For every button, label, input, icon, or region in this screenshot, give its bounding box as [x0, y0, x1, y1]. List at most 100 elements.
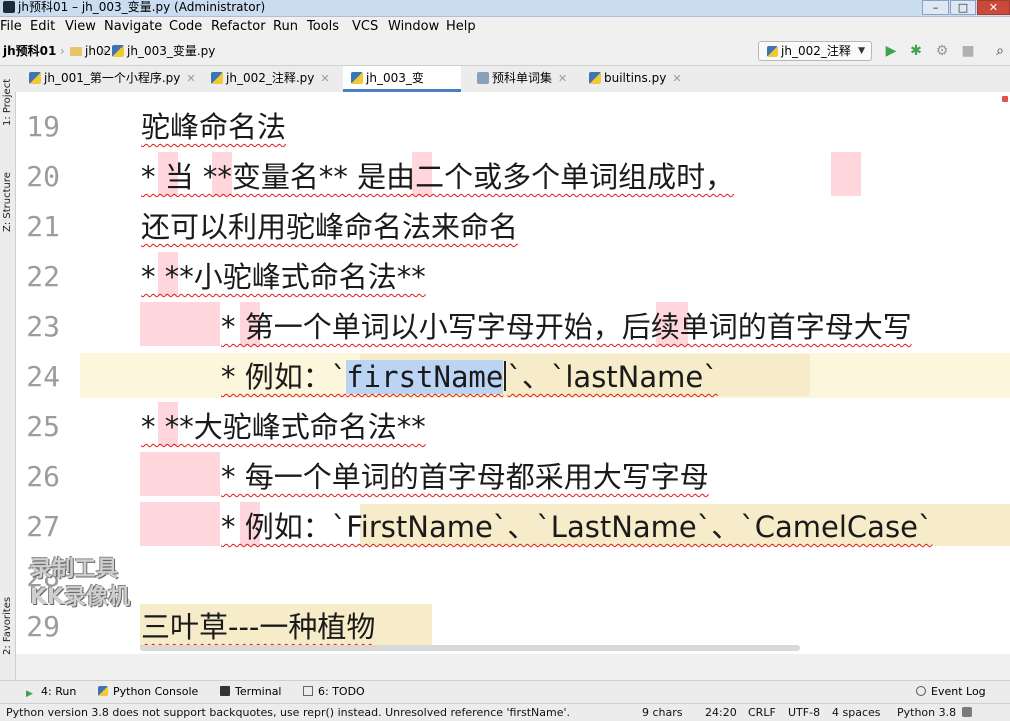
- structure-tool-tab[interactable]: Z: Structure: [0, 162, 15, 242]
- window-title: jh预科01 – jh_003_变量.py (Administrator): [18, 0, 266, 14]
- todo-icon: [303, 686, 313, 696]
- python-icon: [98, 686, 108, 696]
- status-bar: Python version 3.8 does not support back…: [0, 703, 1010, 721]
- code-line-19: 驼峰命名法: [141, 106, 286, 148]
- horizontal-scrollbar[interactable]: [140, 645, 800, 651]
- line-number: 22: [26, 260, 60, 293]
- tab-vocab[interactable]: 预科单词集 ✕: [469, 66, 577, 91]
- menu-help[interactable]: Help: [446, 19, 476, 35]
- code-text: 还可以利用驼峰命名法来命名: [141, 210, 519, 244]
- event-log-button[interactable]: Event Log: [916, 685, 986, 699]
- tab-label: 预科单词集: [492, 71, 553, 85]
- tab-jh-003[interactable]: jh_003_变量.py✕: [343, 66, 461, 110]
- code-line-25: * **大驼峰式命名法**: [141, 406, 426, 448]
- menu-edit[interactable]: Edit: [30, 19, 55, 35]
- line-separator[interactable]: CRLF: [748, 706, 776, 719]
- search-icon[interactable]: ⌕: [991, 42, 1009, 60]
- chevron-down-icon: ▼: [858, 46, 865, 56]
- folder-icon: [70, 47, 82, 56]
- debug-icon[interactable]: ✱: [907, 42, 925, 60]
- left-tool-strip: 1: Project Z: Structure 2: Favorites: [0, 66, 16, 680]
- text-file-icon: [477, 72, 489, 84]
- run-icon: ▶: [26, 689, 33, 699]
- menu-navigate[interactable]: Navigate: [104, 19, 162, 35]
- project-tool-tab[interactable]: 1: Project: [0, 72, 15, 132]
- tool-window-bar: ▶ 4: Run Python Console Terminal 6: TODO …: [0, 680, 1010, 703]
- menu-run[interactable]: Run: [273, 19, 298, 35]
- menu-vcs[interactable]: VCS: [352, 19, 378, 35]
- watermark-line: 录制工具: [30, 557, 119, 582]
- whitespace-warning-highlight: [140, 452, 220, 496]
- code-text: `、`lastName`: [507, 360, 718, 394]
- menu-window[interactable]: Window: [388, 19, 439, 35]
- menu-bar: File Edit View Navigate Code Refactor Ru…: [0, 17, 1010, 37]
- code-line-21: 还可以利用驼峰命名法来命名: [141, 206, 518, 248]
- line-number: 20: [26, 160, 60, 193]
- todo-button[interactable]: 6: TODO: [303, 685, 365, 699]
- run-tool-button[interactable]: ▶ 4: Run: [26, 685, 76, 699]
- tab-label: builtins.py: [604, 71, 667, 85]
- stop-icon[interactable]: ■: [959, 42, 977, 60]
- breadcrumb-file[interactable]: jh_003_变量.py: [112, 44, 215, 59]
- breadcrumb-project[interactable]: jh预科01: [3, 44, 56, 59]
- menu-view[interactable]: View: [65, 19, 96, 35]
- code-text: * 第一个单词以小写字母开始，后续单词的首字母大写: [221, 310, 912, 344]
- code-text: 驼峰命名法: [141, 110, 287, 144]
- close-icon[interactable]: ✕: [320, 72, 329, 85]
- menu-code[interactable]: Code: [169, 19, 202, 35]
- tab-label: jh_002_注释.py: [226, 71, 315, 85]
- python-console-button[interactable]: Python Console: [98, 685, 198, 699]
- run-tool-label: 4: Run: [41, 685, 77, 698]
- title-bar: jh预科01 – jh_003_变量.py (Administrator) – …: [0, 0, 1010, 17]
- code-text: * 例如：`: [221, 360, 347, 394]
- run-icon[interactable]: ▶: [882, 42, 900, 60]
- run-configuration-label: jh_002_注释: [781, 44, 851, 58]
- code-line-22: * **小驼峰式命名法**: [141, 256, 426, 298]
- whitespace-warning-highlight: [831, 152, 861, 196]
- whitespace-warning-highlight: [140, 302, 220, 346]
- tab-jh-002[interactable]: jh_002_注释.py ✕: [203, 66, 341, 91]
- close-icon[interactable]: ✕: [672, 72, 681, 85]
- selected-text[interactable]: firstName: [346, 360, 504, 394]
- close-icon[interactable]: ✕: [186, 72, 195, 85]
- caret-position[interactable]: 24:20: [705, 706, 737, 719]
- run-configuration-dropdown[interactable]: jh_002_注释 ▼: [758, 41, 872, 61]
- lock-icon[interactable]: [962, 707, 972, 717]
- favorites-tool-tab[interactable]: 2: Favorites: [0, 586, 15, 666]
- close-icon[interactable]: ✕: [558, 72, 567, 85]
- line-number: 29: [26, 610, 60, 643]
- menu-refactor[interactable]: Refactor: [211, 19, 266, 35]
- code-line-23: * 第一个单词以小写字母开始，后续单词的首字母大写: [221, 306, 912, 348]
- tab-builtins[interactable]: builtins.py ✕: [581, 66, 691, 91]
- indentation[interactable]: 4 spaces: [832, 706, 881, 719]
- python-file-icon: [29, 72, 41, 84]
- watermark-line: KK录像机: [30, 585, 131, 610]
- python-file-icon: [211, 72, 223, 84]
- maximize-button[interactable]: □: [950, 0, 976, 15]
- code-line-27: * 例如：`FirstName`、`LastName`、`CamelCase`: [221, 506, 932, 548]
- python-file-icon: [589, 72, 601, 84]
- line-number: 25: [26, 410, 60, 443]
- minimize-button[interactable]: –: [922, 0, 949, 15]
- code-editor[interactable]: 19 20 21 22 23 24 25 26 27 28 29 驼峰命名法 *…: [16, 92, 1010, 654]
- menu-tools[interactable]: Tools: [307, 19, 339, 35]
- breadcrumb-file-label: jh_003_变量.py: [127, 44, 216, 58]
- tab-jh-001[interactable]: jh_001_第一个小程序.py ✕: [21, 66, 201, 91]
- python-file-icon: [351, 72, 363, 84]
- line-number: 21: [26, 210, 60, 243]
- terminal-button[interactable]: Terminal: [220, 685, 282, 699]
- file-encoding[interactable]: UTF-8: [788, 706, 820, 719]
- close-button[interactable]: ✕: [977, 0, 1010, 15]
- coverage-icon[interactable]: ⚙: [933, 42, 951, 60]
- code-line-20: * 当 **变量名** 是由二个或多个单词组成时，: [141, 156, 734, 198]
- code-text: * **小驼峰式命名法**: [141, 260, 426, 294]
- error-stripe-marker[interactable]: [1002, 96, 1008, 102]
- menu-file[interactable]: File: [0, 19, 22, 35]
- code-text: * 当 **变量名** 是由二个或多个单词组成时，: [141, 160, 735, 194]
- line-number: 24: [26, 360, 60, 393]
- todo-label: 6: TODO: [318, 685, 365, 698]
- code-text: * 每一个单词的首字母都采用大写字母: [221, 460, 709, 494]
- python-interpreter[interactable]: Python 3.8: [897, 706, 956, 719]
- breadcrumb-folder-label: jh02: [85, 44, 112, 58]
- whitespace-warning-highlight: [140, 502, 220, 546]
